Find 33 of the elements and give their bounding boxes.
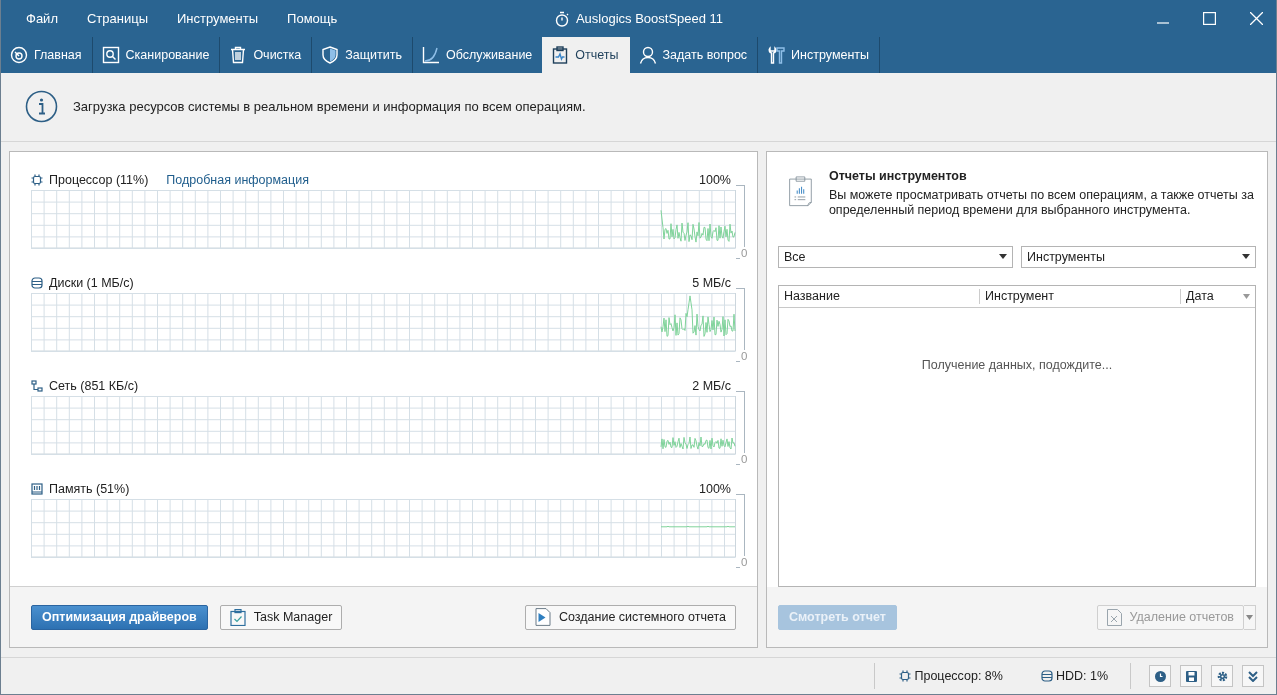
axis-zero-label: 0: [740, 349, 749, 362]
monitor-label: Сеть (851 КБ/с): [49, 378, 139, 393]
filter-dropdown[interactable]: Все: [778, 245, 1013, 268]
axis-max-label: 100%: [699, 481, 731, 496]
axis-zero-label: 0: [740, 452, 749, 465]
monitor-label: Диски (1 МБ/с): [49, 275, 134, 290]
axis-zero-label: 0: [740, 555, 749, 568]
column-header[interactable]: Инструмент: [980, 288, 1181, 304]
axis-max-label: 2 МБ/с: [692, 378, 731, 393]
window-title: Auslogics BoostSpeed 11: [575, 11, 724, 26]
monitor-label: Память (51%): [49, 481, 130, 496]
info-text: Загрузка ресурсов системы в реальном времени и информация по всем операциям.: [73, 99, 586, 115]
tab[interactable]: Отчеты: [542, 37, 630, 73]
status-text: Процессор: 8%: [914, 669, 1003, 684]
status-text: HDD: 1%: [1055, 669, 1108, 684]
optimize-drivers-button[interactable]: Оптимизация драйверов: [31, 604, 208, 630]
menu-item[interactable]: Инструменты: [164, 11, 275, 26]
column-header[interactable]: Название: [779, 288, 980, 304]
details-link[interactable]: Подробная информация: [166, 172, 309, 187]
empty-message: Получение данных, подождите...: [920, 357, 1114, 372]
system-report-button[interactable]: Создание системного отчета: [524, 604, 736, 630]
axis-zero-label: 0: [740, 246, 749, 259]
axis-max-label: 100%: [699, 172, 731, 187]
menu-item[interactable]: Помощь: [274, 11, 354, 26]
task-manager-button[interactable]: Task Manager: [219, 604, 343, 630]
menu-item[interactable]: Страницы: [73, 11, 164, 26]
reports-title: Отчеты инструментов: [828, 168, 968, 183]
menu-item[interactable]: Файл: [13, 11, 74, 26]
filter-dropdown[interactable]: Инструменты: [1021, 245, 1256, 268]
reports-description: Вы можете просматривать отчеты по всем операциям, а также отчеты за определенный период времени для выбранного инструмента.: [828, 187, 1255, 218]
axis-max-label: 5 МБ/с: [692, 275, 731, 290]
column-header[interactable]: Дата: [1181, 288, 1255, 304]
monitor-label: Процессор (11%): [49, 172, 149, 187]
